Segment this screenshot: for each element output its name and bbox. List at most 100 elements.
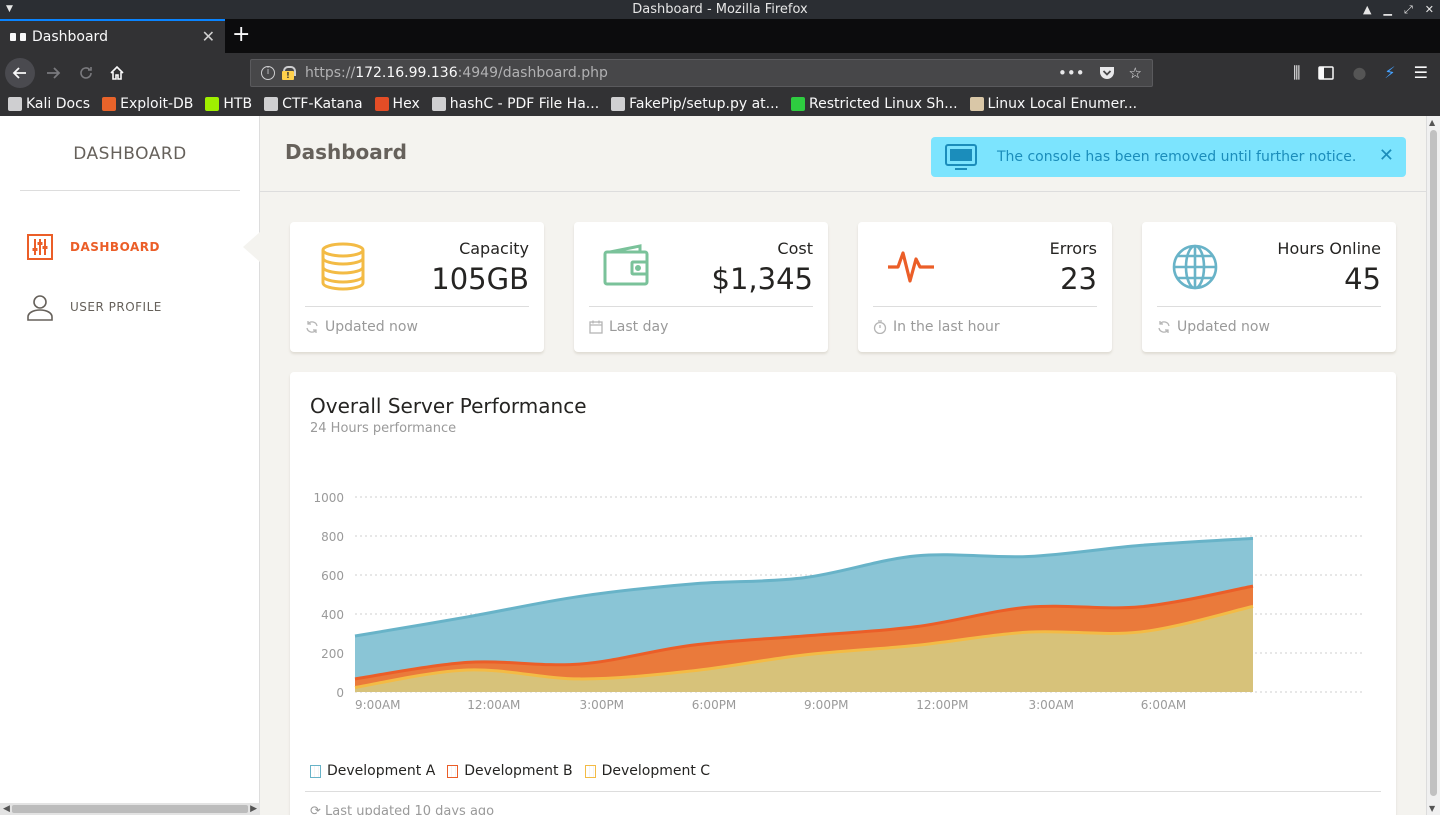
bookmark-item[interactable]: CTF-Katana bbox=[264, 96, 363, 112]
scroll-left-icon[interactable]: ◀ bbox=[3, 803, 10, 815]
legend-item[interactable]: Development C bbox=[584, 763, 711, 779]
reload-button[interactable] bbox=[71, 58, 101, 88]
sidebar-toggle-icon[interactable] bbox=[1318, 65, 1335, 80]
sidebar-title[interactable]: DASHBOARD bbox=[20, 144, 240, 164]
legend-swatch bbox=[584, 764, 596, 778]
reload-icon bbox=[80, 67, 92, 79]
bowtie-icon bbox=[10, 32, 26, 42]
window-up-icon[interactable]: ▲ bbox=[1363, 0, 1371, 19]
calendar-icon bbox=[589, 320, 603, 334]
cup-icon bbox=[969, 97, 984, 111]
home-button[interactable] bbox=[102, 58, 132, 88]
arrow-left-icon bbox=[12, 67, 26, 79]
vertical-scrollbar[interactable]: ▲ ▼ bbox=[1426, 116, 1440, 815]
bookmark-label: FakePip/setup.py at... bbox=[629, 96, 779, 112]
stat-divider bbox=[873, 306, 1097, 307]
chart-subtitle: 24 Hours performance bbox=[310, 421, 457, 436]
bookmark-label: Hex bbox=[392, 96, 420, 112]
minimize-button[interactable]: ▁ bbox=[1384, 0, 1392, 19]
timer-icon bbox=[873, 320, 887, 334]
bookmark-label: Kali Docs bbox=[26, 96, 91, 112]
scrollbar-thumb[interactable] bbox=[12, 805, 248, 813]
bookmark-label: CTF-Katana bbox=[282, 96, 363, 112]
page-title[interactable]: Dashboard bbox=[285, 140, 407, 164]
scroll-up-icon[interactable]: ▲ bbox=[1429, 118, 1435, 127]
insecure-lock-icon[interactable] bbox=[281, 66, 296, 80]
legend-label: Development C bbox=[601, 763, 711, 779]
stat-divider bbox=[1157, 306, 1381, 307]
maximize-button[interactable]: ⤢ bbox=[1404, 0, 1413, 19]
bookmark-label: Linux Local Enumer... bbox=[987, 96, 1138, 112]
legend-label: Development A bbox=[327, 763, 436, 779]
stat-card-cost: Cost $1,345 Last day bbox=[574, 222, 828, 352]
monitor-icon bbox=[945, 144, 977, 170]
sidebar-item-user-profile[interactable]: USER PROFILE bbox=[26, 292, 162, 322]
active-caret bbox=[243, 232, 260, 262]
library-icon[interactable]: ⫼ bbox=[1293, 63, 1300, 83]
extension-icon[interactable]: ● bbox=[1352, 63, 1366, 82]
lightning-extension-icon[interactable]: ⚡ bbox=[1384, 63, 1395, 82]
tab-dashboard[interactable]: Dashboard ✕ bbox=[0, 19, 225, 53]
x-tick-label: 12:00PM bbox=[916, 698, 968, 712]
page-actions-icon[interactable]: ••• bbox=[1058, 64, 1085, 82]
github-icon bbox=[611, 97, 626, 111]
bookmark-star-icon[interactable]: ☆ bbox=[1129, 64, 1142, 82]
wallet-icon bbox=[603, 244, 649, 286]
x-tick-label: 9:00AM bbox=[355, 698, 401, 712]
back-button[interactable] bbox=[5, 58, 35, 88]
stat-footer: In the last hour bbox=[873, 319, 1000, 335]
legend-item[interactable]: Development A bbox=[310, 763, 435, 779]
legend-item[interactable]: Development B bbox=[447, 763, 573, 779]
y-tick-label: 1000 bbox=[313, 491, 344, 505]
pocket-icon[interactable] bbox=[1099, 66, 1115, 80]
chart-footer: ⟳ Last updated 10 days ago bbox=[310, 804, 494, 815]
y-tick-label: 400 bbox=[321, 608, 344, 622]
htb-icon bbox=[205, 97, 220, 111]
stat-footer: Last day bbox=[589, 319, 668, 335]
scroll-down-icon[interactable]: ▼ bbox=[1429, 804, 1435, 813]
stat-card-errors: Errors 23 In the last hour bbox=[858, 222, 1112, 352]
y-tick-label: 0 bbox=[336, 686, 344, 700]
horizontal-scrollbar[interactable]: ◀ ▶ bbox=[0, 803, 260, 815]
stat-value: 105GB bbox=[431, 262, 529, 296]
bookmark-item[interactable]: hashC - PDF File Ha... bbox=[431, 96, 600, 112]
close-window-button[interactable]: ✕ bbox=[1425, 0, 1434, 19]
window-title: Dashboard - Mozilla Firefox bbox=[632, 2, 808, 17]
alert-close-icon[interactable]: ✕ bbox=[1379, 145, 1394, 166]
close-tab-icon[interactable]: ✕ bbox=[202, 27, 215, 46]
bookmark-label: Restricted Linux Sh... bbox=[808, 96, 958, 112]
sidebar-item-dashboard[interactable]: DASHBOARD bbox=[26, 232, 160, 262]
bookmark-label: Exploit-DB bbox=[120, 96, 194, 112]
bookmark-item[interactable]: Kali Docs bbox=[8, 96, 90, 112]
info-icon[interactable]: i bbox=[261, 66, 275, 80]
bookmark-item[interactable]: Linux Local Enumer... bbox=[969, 96, 1138, 112]
scroll-right-icon[interactable]: ▶ bbox=[250, 803, 257, 815]
refresh-icon bbox=[306, 321, 318, 333]
tab-bar: Dashboard ✕ + bbox=[0, 19, 1440, 53]
y-tick-label: 600 bbox=[321, 569, 344, 583]
scrollbar-thumb[interactable] bbox=[1430, 130, 1437, 796]
bookmark-label: hashC - PDF File Ha... bbox=[449, 96, 600, 112]
sliders-icon bbox=[27, 234, 53, 260]
chart-title: Overall Server Performance bbox=[310, 394, 587, 418]
bookmark-item[interactable]: HTB bbox=[205, 96, 252, 112]
bookmark-item[interactable]: Restricted Linux Sh... bbox=[790, 96, 958, 112]
forward-button[interactable] bbox=[38, 58, 68, 88]
arrow-right-icon bbox=[47, 67, 61, 79]
legend-swatch bbox=[310, 764, 321, 778]
bookmark-item[interactable]: FakePip/setup.py at... bbox=[611, 96, 779, 112]
address-bar[interactable]: i https://172.16.99.136:4949/dashboard.p… bbox=[250, 59, 1153, 87]
bookmarks-toolbar: Kali Docs Exploit-DB HTB CTF-Katana Hex hashC… bbox=[0, 92, 1440, 116]
new-tab-button[interactable]: + bbox=[232, 22, 250, 48]
window-menu-icon[interactable]: ▼ bbox=[6, 0, 13, 19]
bookmark-item[interactable]: Hex bbox=[374, 96, 420, 112]
refresh-icon bbox=[1158, 321, 1170, 333]
hamburger-menu-icon[interactable]: ☰ bbox=[1414, 63, 1428, 82]
bookmark-item[interactable]: Exploit-DB bbox=[102, 96, 193, 112]
console-alert: The console has been removed until furth… bbox=[931, 137, 1406, 177]
sidebar: DASHBOARD DASHBOARD USER PROFILE ◀ ▶ bbox=[0, 116, 260, 815]
url-text[interactable]: https://172.16.99.136:4949/dashboard.php bbox=[305, 65, 1058, 81]
stat-value: $1,345 bbox=[711, 262, 813, 296]
chart-legend: Development A Development B Development C bbox=[310, 763, 710, 779]
pulse-icon bbox=[888, 251, 934, 283]
